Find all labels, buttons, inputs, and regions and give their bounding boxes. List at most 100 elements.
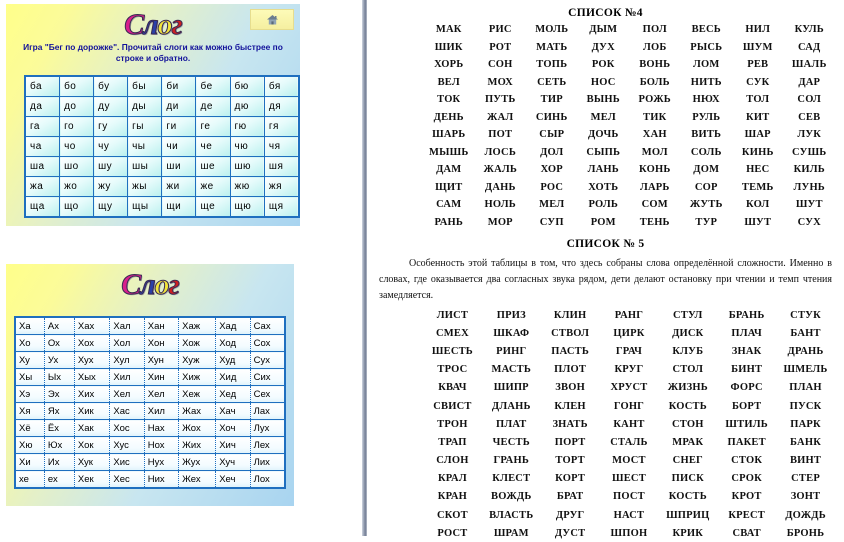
x-table-cell: Хач [215,402,251,420]
word-cell: ЛУК [797,129,822,141]
x-table-row: Ха Ах Хах Хал Хан Хаж Хад Сах [15,316,285,335]
word-cell: КЛЕСТ [492,473,531,485]
word-cell: ТОРТ [555,455,585,467]
syllable-cell: ше [195,156,231,177]
x-table-cell: Хеж [178,385,217,403]
x-table-cell: Хил [144,402,180,420]
word-row: ЛИСТ ПРИЗ КЛИН РАНГ СТУЛ БРАНЬ СТУК [423,306,835,324]
word-cell: МЕЛ [590,111,616,123]
syllable-cell: чю [229,136,265,157]
x-table-cell: Хок [74,436,111,454]
word-cell: НИТЬ [690,76,722,88]
word-cell: ПРИЗ [496,309,526,321]
word-cell: ПЛОТ [554,364,587,376]
word-cell: РЫСЬ [690,41,723,53]
x-table-row: Ху Ух Хух Хул Хун Хуж Худ Сух [15,351,285,369]
word-cell: КРАЛ [437,473,467,485]
word-cell: КИЛЬ [793,164,825,176]
word-cell: СТУК [790,309,821,321]
word-cell: СУП [539,216,564,228]
word-cell: ГОНГ [613,400,645,412]
logo-letter-l: л [140,268,156,301]
x-table-cell: Хон [144,334,180,352]
syllable-cell: ды [127,96,163,117]
word-cell: ДОМ [693,164,720,176]
word-cell: ПАСТЬ [551,345,589,357]
word-cell: ЛИСТ [436,309,469,321]
syllable-cell: бу [93,75,129,97]
word-cell: ПОЛ [642,24,667,36]
word-row: СМЕХ ШКАФ СТВОЛ ЦИРК ДИСК ПЛАЧ БАНТ [423,324,835,342]
syllable-cell: чу [93,136,129,157]
syllable-cell: гю [229,116,265,137]
word-cell: ПЛАН [789,382,822,394]
x-table-cell: Хя [15,402,45,420]
logo-letter-l: л [143,8,159,41]
word-cell: ЗНАТЬ [552,418,588,430]
x-table-row: Хо Ох Хох Хол Хон Хож Ход Сох [15,334,285,352]
x-table-cell: Хик [74,402,111,420]
word-cell: БРАТ [556,491,584,503]
word-cell: ВЫНЬ [586,94,620,106]
word-cell: ШРАМ [493,527,529,539]
syllable-cell: шо [59,156,95,177]
word-cell: СОН [487,59,513,71]
logo-letter-o: о [157,8,173,41]
word-cell: СВИСТ [433,400,472,412]
list5-title: СПИСОК № 5 [566,238,645,250]
word-cell: СТОН [672,418,704,430]
x-table-cell: Хук [74,453,111,471]
x-table-cell: Жех [178,470,217,489]
x-table-row: Хя Ях Хик Хас Хил Жах Хач Лах [15,402,285,420]
word-cell: ПЛАЧ [731,327,762,339]
x-table-row: Хё Ёх Хак Хос Нах Жох Хоч Лух [15,419,285,437]
word-cell: ПАКЕТ [727,436,766,448]
syllable-cell: жу [93,176,129,197]
syllable-cell: шу [93,156,129,177]
word-cell: ГРАНЬ [493,455,529,467]
word-cell: ХОРЬ [434,59,464,71]
syllable-cell: ге [195,116,231,137]
word-cell: КРЕСТ [728,509,765,521]
x-table-cell: Хух [74,351,111,369]
syllable-cell: чя [263,136,300,157]
syllable-cell: ди [161,96,197,117]
word-cell: ТИК [643,111,667,123]
word-cell: ТОК [437,94,461,106]
syllable-cell: ша [24,156,61,177]
syllable-cell: шя [263,156,300,177]
x-table-cell: Хед [215,385,251,403]
word-cell: СОЛ [797,94,822,106]
word-cell: ДУСТ [554,527,586,539]
syllable-cell: ча [24,136,61,157]
word-cell: СТАЛЬ [610,436,648,448]
word-cell: САД [798,41,821,53]
word-row: РАНЬ МОР СУП РОМ ТЕНЬ ТУР ШУТ СУХ [423,214,835,232]
x-table-cell: Жах [178,402,217,420]
word-cell: РОТ [489,41,512,53]
home-button[interactable] [250,9,294,30]
x-table-cell: Лех [250,436,285,454]
x-table-cell: Жих [178,436,217,454]
syllable-cell: го [59,116,95,137]
word-cell: ТОЛ [746,94,770,106]
x-table-cell: ех [44,470,75,489]
word-cell: ШАЛЬ [791,59,827,71]
word-cell: МОЛЬ [535,24,569,36]
word-cell: ШИПР [493,382,529,394]
word-cell: СЫР [539,129,565,141]
x-table-cell: Ха [15,316,45,335]
x-table-cell: Хис [109,453,145,471]
word-cell: НОЛЬ [484,199,516,211]
word-cell: ВЕСЬ [691,24,721,36]
word-cell: ЛУНЬ [793,181,825,193]
word-row: МАК РИС МОЛЬ ДЫМ ПОЛ ВЕСЬ НИЛ КУЛЬ [423,21,835,39]
x-table-cell: Хос [109,419,145,437]
syllable-cell: щу [93,196,129,218]
word-row: РОСТ ШРАМ ДУСТ ШПОН КРИК СВАТ БРОНЬ [423,524,835,542]
syllable-cell: шы [127,156,163,177]
syllable-cell: жа [24,176,61,197]
x-table-cell: Худ [215,351,251,369]
word-cell: СЫПЬ [586,146,621,158]
word-list-5: ЛИСТ ПРИЗ КЛИН РАНГ СТУЛ БРАНЬ СТУК СМЕХ ШКАФ СТВ… [423,306,835,542]
